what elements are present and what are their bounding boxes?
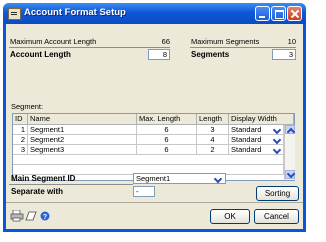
window-title: Account Format Setup [24, 7, 126, 18]
row-max-length: 6 [137, 145, 197, 155]
segments-label: Segments [191, 50, 230, 59]
close-button[interactable] [287, 6, 302, 21]
chevron-down-icon[interactable] [213, 174, 223, 183]
divider [190, 47, 296, 48]
column-header-length[interactable]: Length [197, 114, 229, 125]
help-icon[interactable]: ? [40, 211, 50, 221]
account-length-field[interactable]: 8 [148, 49, 170, 60]
max-segments-value: 10 [287, 37, 296, 46]
dialog-body: Maximum Account Length 66 Account Length… [6, 24, 303, 229]
divider [9, 47, 170, 48]
row-name[interactable]: Segment3 [28, 145, 137, 155]
sorting-button[interactable]: Sorting [256, 186, 299, 201]
chevron-down-icon[interactable] [272, 125, 282, 134]
separate-with-label: Separate with [11, 187, 64, 196]
column-header-max-length[interactable]: Max. Length [137, 114, 197, 125]
chevron-up-icon [286, 128, 296, 137]
maximize-button[interactable] [271, 6, 286, 21]
chevron-down-icon[interactable] [272, 135, 282, 144]
row-length[interactable]: 3 [197, 125, 229, 135]
minimize-button[interactable] [255, 6, 270, 21]
segment-label: Segment: [11, 102, 44, 111]
row-max-length: 6 [137, 135, 197, 145]
printer-icon[interactable] [10, 210, 24, 222]
row-name[interactable]: Segment2 [28, 135, 137, 145]
row-max-length: 6 [137, 125, 197, 135]
column-header-display-width[interactable]: Display Width [229, 114, 294, 125]
scroll-down-button[interactable] [285, 170, 295, 179]
max-account-length-label: Maximum Account Length [10, 37, 97, 46]
segment-grid: ID Name Max. Length Length Display Width… [12, 113, 295, 181]
row-length[interactable]: 4 [197, 135, 229, 145]
empty-row[interactable] [13, 155, 284, 165]
separate-with-field[interactable]: - [133, 186, 155, 197]
footer-divider [6, 202, 303, 203]
column-header-id[interactable]: ID [13, 114, 28, 125]
divider [9, 184, 133, 185]
row-id: 2 [13, 135, 28, 145]
row-id: 1 [13, 125, 28, 135]
scroll-up-button[interactable] [285, 125, 295, 134]
chevron-down-icon[interactable] [272, 145, 282, 154]
grid-scrollbar[interactable] [284, 125, 295, 180]
column-header-name[interactable]: Name [28, 114, 137, 125]
chevron-down-icon [286, 169, 296, 178]
segments-field[interactable]: 3 [272, 49, 296, 60]
cancel-button[interactable]: Cancel [254, 209, 299, 224]
ok-button[interactable]: OK [210, 209, 250, 224]
max-account-length-value: 66 [161, 37, 170, 46]
svg-text:?: ? [43, 214, 47, 221]
notes-icon[interactable] [25, 210, 37, 222]
main-segment-id-label: Main Segment ID [11, 174, 76, 183]
row-name[interactable]: Segment1 [28, 125, 137, 135]
window-icon [8, 8, 21, 20]
row-length[interactable]: 2 [197, 145, 229, 155]
account-length-label: Account Length [10, 50, 71, 59]
account-format-setup-window: Account Format Setup Maximum Account Len… [3, 3, 306, 232]
title-bar: Account Format Setup [3, 3, 306, 24]
max-segments-label: Maximum Segments [191, 37, 260, 46]
row-id: 3 [13, 145, 28, 155]
